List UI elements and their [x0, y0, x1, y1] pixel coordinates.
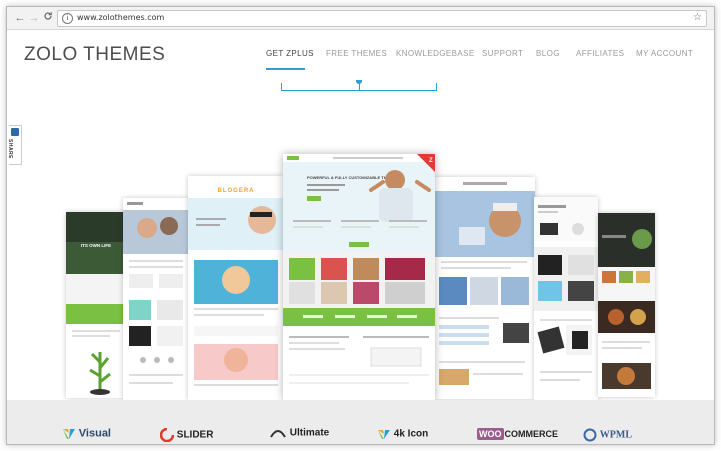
wpml-icon	[583, 428, 597, 442]
browser-toolbar: ← → i www.zolothemes.com ☆	[7, 7, 714, 30]
dropdown-stem	[359, 82, 360, 90]
url-text[interactable]: www.zolothemes.com	[77, 12, 164, 24]
ultimate-icon	[270, 430, 286, 438]
dropdown-bracket	[281, 90, 437, 91]
woo-prefix: WOO	[477, 428, 504, 440]
hero-tagline: POWERFUL & FULLY CUSTOMIZABLE THEME	[307, 175, 396, 180]
browser-window: ← → i www.zolothemes.com ☆ ZOLO THEMES G…	[6, 6, 715, 445]
theme-preview-3-art: BLOGERA	[188, 176, 283, 386]
theme-preview-main[interactable]: Z POWERFUL & FULLY CUSTOMIZABLE THEME	[283, 154, 435, 400]
address-bar[interactable]: i www.zolothemes.com ☆	[57, 10, 707, 27]
4k-icon-logo: 4k Icon	[377, 427, 428, 443]
woocommerce-label: COMMERCE	[504, 429, 559, 439]
woocommerce-logo: WOO COMMERCE	[477, 428, 558, 444]
info-icon[interactable]: i	[62, 13, 73, 24]
theme-preview-5-art	[433, 177, 535, 385]
site-logo[interactable]: ZOLO THEMES	[24, 44, 165, 66]
active-nav-underline	[266, 68, 305, 70]
forward-icon[interactable]: →	[27, 11, 41, 25]
theme-preview-7[interactable]	[598, 213, 655, 397]
theme-preview-2-art	[123, 198, 189, 384]
back-icon[interactable]: ←	[13, 11, 27, 25]
theme-preview-1-art: ITS OWN LIFE	[66, 212, 126, 395]
card-heading: ITS OWN LIFE	[81, 243, 111, 248]
visual-composer-logo: Visual	[62, 427, 111, 443]
visual-composer-icon	[63, 429, 75, 439]
slider-revolution-label: SLIDER	[176, 429, 214, 441]
4k-icon-mark	[378, 430, 390, 439]
wpml-logo: WPML	[583, 428, 632, 444]
website-content: ZOLO THEMES GET ZPLUS FREE THEMES KNOWLE…	[7, 30, 714, 444]
theme-preview-7-art	[598, 213, 655, 389]
nav-my-account[interactable]: MY ACCOUNT	[636, 49, 693, 58]
bookmark-star-icon[interactable]: ☆	[693, 12, 702, 24]
reload-glyph	[44, 12, 52, 20]
theme-preview-6[interactable]	[534, 197, 598, 401]
theme-preview-3[interactable]: BLOGERA	[188, 176, 283, 400]
card-brand: BLOGERA	[218, 188, 255, 194]
visual-composer-label: Visual	[78, 427, 111, 440]
ultimate-label: Ultimate	[289, 427, 330, 439]
theme-preview-5[interactable]	[433, 177, 535, 399]
wpml-label: WPML	[599, 429, 632, 441]
nav-affiliates[interactable]: AFFILIATES	[576, 49, 624, 58]
badge-text: Z	[429, 158, 433, 164]
theme-preview-main-art: Z POWERFUL & FULLY CUSTOMIZABLE THEME	[283, 154, 435, 384]
ultimate-addons-logo: Ultimate	[269, 427, 329, 443]
nav-free-themes[interactable]: FREE THEMES	[326, 49, 387, 58]
theme-showcase: ITS OWN LIFE BLOGERA Z POWERFUL & FULLY …	[7, 110, 714, 401]
4k-icon-label: 4k Icon	[393, 428, 429, 440]
theme-preview-2[interactable]	[123, 198, 189, 400]
nav-blog[interactable]: BLOG	[536, 49, 560, 58]
theme-preview-1[interactable]: ITS OWN LIFE	[66, 212, 126, 398]
nav-get-zplus[interactable]: GET ZPLUS	[266, 49, 314, 58]
reload-icon[interactable]	[41, 11, 55, 25]
slider-revolution-logo: SLIDER	[160, 428, 213, 444]
slider-revolution-icon	[160, 428, 174, 442]
nav-support[interactable]: SUPPORT	[482, 49, 523, 58]
theme-preview-6-art	[534, 197, 598, 381]
nav-knowledgebase[interactable]: KNOWLEDGEBASE	[396, 49, 475, 58]
